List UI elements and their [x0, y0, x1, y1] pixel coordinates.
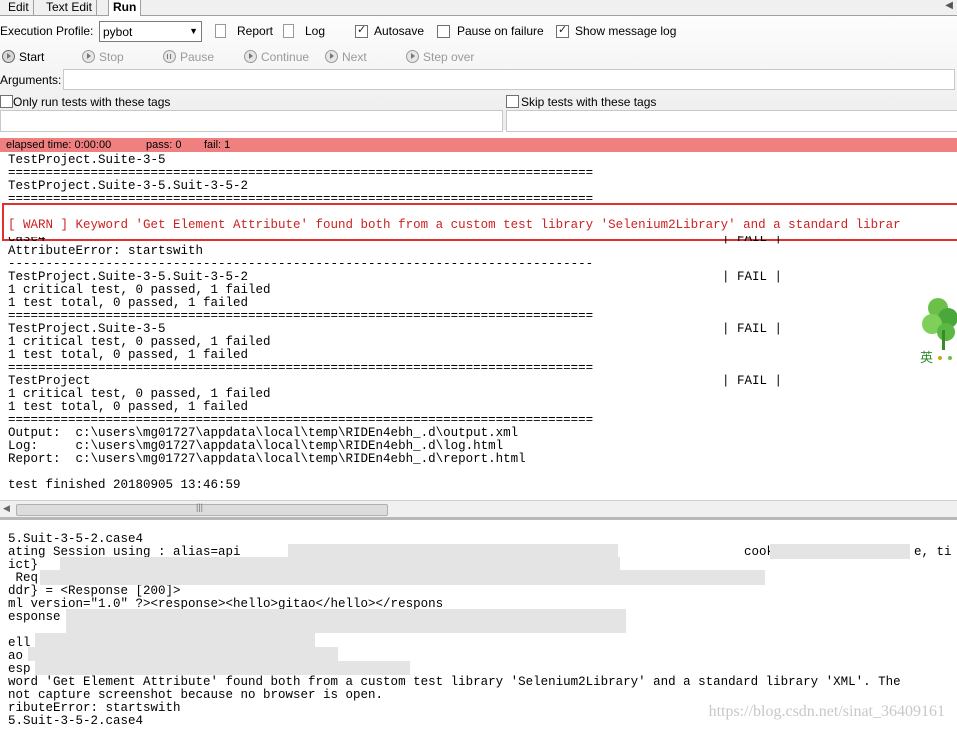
redacted-region [35, 661, 410, 675]
continue-icon [244, 50, 257, 63]
start-button[interactable]: Start [19, 50, 44, 64]
watermark-url: https://blog.csdn.net/sinat_36409161 [708, 703, 945, 720]
tab-edit[interactable]: Edit [4, 0, 34, 15]
next-button[interactable]: Next [342, 50, 367, 64]
report-link[interactable]: Report [237, 24, 273, 38]
step-over-icon [406, 50, 419, 63]
log-line: esponse [8, 610, 61, 624]
report-file-path: Report: c:\users\mg01727\appdata\local\t… [8, 452, 526, 466]
start-icon [2, 50, 15, 63]
log-line: e, ti [914, 545, 952, 559]
redacted-region [770, 544, 910, 559]
output-separator: ========================================… [8, 361, 594, 375]
execution-profile-label: Execution Profile: [0, 24, 94, 38]
autosave-label: Autosave [374, 24, 425, 38]
redacted-region [35, 633, 315, 647]
only-run-tags-checkbox[interactable] [0, 95, 13, 108]
pause-on-failure-checkbox[interactable] [437, 25, 450, 38]
stop-button[interactable]: Stop [99, 50, 124, 64]
tab-bar: Edit Text Edit Run ◀ [0, 0, 957, 16]
show-message-log-checkbox[interactable] [556, 23, 569, 38]
redacted-region [28, 647, 338, 661]
clover-logo-icon: 英 [920, 298, 957, 366]
pass-count: pass: 0 [146, 139, 182, 151]
scroll-left-arrow-icon[interactable]: ◀ [3, 503, 10, 514]
fail-marker: | FAIL | [722, 374, 783, 388]
autosave-checkbox[interactable] [355, 23, 368, 38]
log-link[interactable]: Log [305, 24, 325, 38]
test-finished-line: test finished 20180905 13:46:59 [8, 478, 241, 492]
pause-on-failure-label: Pause on failure [457, 24, 544, 38]
report-document-icon [215, 24, 226, 38]
pause-icon [163, 50, 176, 63]
elapsed-time: elapsed time: 0:00:00 [6, 139, 112, 151]
log-line: 5.Suit-3-5-2.case4 [8, 714, 144, 728]
continue-button[interactable]: Continue [261, 50, 309, 64]
tab-scroll-left-icon[interactable]: ◀ [945, 0, 953, 11]
output-console[interactable]: TestProject.Suite-3-5 ==================… [0, 152, 957, 500]
tab-text-edit[interactable]: Text Edit [42, 0, 98, 15]
chevron-down-icon: ▼ [189, 26, 198, 36]
warning-line: [ WARN ] Keyword 'Get Element Attribute'… [8, 218, 901, 232]
skip-tags-checkbox[interactable] [506, 95, 519, 108]
only-run-tags-input[interactable] [0, 110, 503, 132]
run-status-bar: elapsed time: 0:00:00 pass: 0 fail: 1 [0, 138, 957, 152]
execution-profile-select[interactable]: pybot ▼ [99, 21, 202, 42]
arguments-input[interactable] [63, 69, 955, 90]
only-run-tags-label: Only run tests with these tags [13, 95, 171, 109]
redacted-region [40, 570, 765, 585]
log-document-icon [283, 24, 294, 38]
run-toolbar: Execution Profile: pybot ▼ Report Log Au… [0, 16, 957, 132]
fail-count: fail: 1 [204, 139, 231, 151]
skip-tags-label: Skip tests with these tags [521, 95, 657, 109]
step-over-button[interactable]: Step over [423, 50, 474, 64]
arguments-label: Arguments: [0, 73, 62, 87]
skip-tags-input[interactable] [506, 110, 957, 132]
logo-character: 英 [920, 351, 933, 366]
next-icon [325, 50, 338, 63]
fail-marker: | FAIL | [722, 270, 783, 284]
output-horizontal-scrollbar[interactable]: ◀ ||| [0, 500, 957, 517]
execution-profile-value: pybot [103, 25, 133, 39]
message-log-console[interactable]: 5.Suit-3-5-2.case4 ating Session using :… [0, 520, 957, 731]
scrollbar-grip-icon: ||| [196, 502, 204, 512]
show-message-log-label: Show message log [575, 24, 677, 38]
redacted-region [66, 609, 626, 633]
stop-icon [82, 50, 95, 63]
fail-marker: | FAIL | [722, 322, 783, 336]
tab-run[interactable]: Run [108, 0, 142, 16]
pause-button[interactable]: Pause [180, 50, 214, 64]
